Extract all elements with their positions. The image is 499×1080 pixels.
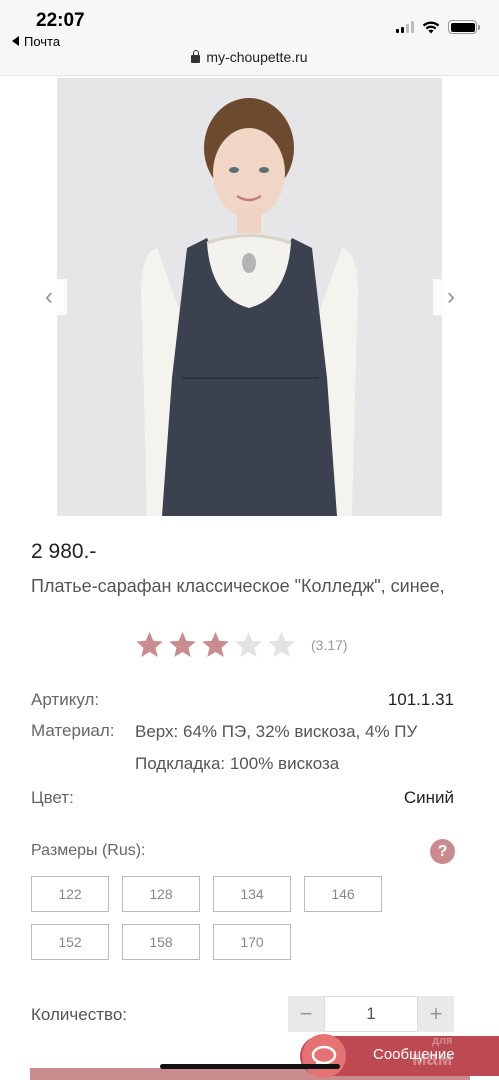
size-help-button[interactable]: ? [430, 839, 455, 864]
size-option[interactable]: 170 [213, 924, 291, 960]
home-indicator [160, 1064, 340, 1069]
star-empty-icon[interactable] [266, 630, 297, 660]
lock-icon [191, 50, 201, 63]
gallery-prev-button[interactable]: ‹ [31, 279, 67, 315]
product-rating[interactable]: (3.17) [134, 630, 348, 660]
product-image[interactable] [57, 78, 442, 516]
star-filled-icon[interactable] [134, 630, 165, 660]
material-lining: Подкладка: 100% вискоза [135, 754, 340, 773]
color-value: Синий [403, 788, 454, 807]
chat-bubble-icon [302, 1034, 346, 1078]
browser-status-bar: 22:07 Почта my-choupette.ru [0, 0, 499, 76]
url-text: my-choupette.ru [206, 49, 308, 65]
size-option[interactable]: 128 [122, 876, 200, 912]
address-bar[interactable]: my-choupette.ru [0, 49, 499, 65]
size-option[interactable]: 152 [31, 924, 109, 960]
size-option[interactable]: 158 [122, 924, 200, 960]
star-filled-icon[interactable] [167, 630, 198, 660]
back-label: Почта [24, 34, 61, 49]
size-option[interactable]: 122 [31, 876, 109, 912]
gallery-next-button[interactable]: › [433, 279, 469, 315]
product-title: Платье-сарафан классическое "Колледж", с… [31, 576, 445, 596]
quantity-decrease-button[interactable]: − [288, 996, 324, 1032]
battery-icon [448, 20, 480, 34]
cellular-signal-icon [396, 21, 414, 33]
chevron-left-icon: ‹ [45, 283, 53, 310]
rating-value: (3.17) [311, 637, 348, 653]
size-option[interactable]: 134 [213, 876, 291, 912]
product-photo-illustration [57, 78, 442, 516]
chevron-right-icon: › [447, 283, 455, 310]
quantity-input[interactable] [324, 996, 418, 1032]
star-filled-icon[interactable] [200, 630, 231, 660]
quantity-label: Количество: [31, 1005, 128, 1024]
quantity-increase-button[interactable]: + [418, 996, 454, 1032]
chat-message-button[interactable]: Сообщение [300, 1034, 499, 1078]
system-icons [396, 20, 480, 34]
sizes-label: Размеры (Rus): [31, 842, 146, 859]
back-arrow-icon [12, 36, 19, 46]
rating-stars [134, 630, 299, 660]
star-empty-icon[interactable] [233, 630, 264, 660]
clock: 22:07 [36, 10, 85, 31]
material-top: Верх: 64% ПЭ, 32% вискоза, 4% ПУ [135, 722, 418, 741]
back-to-mail-button[interactable]: Почта [12, 34, 60, 49]
watermark-logo: для мам [412, 1035, 453, 1070]
size-option[interactable]: 146 [304, 876, 382, 912]
article-label: Артикул: [31, 690, 100, 709]
color-label: Цвет: [31, 788, 74, 807]
material-label: Материал: [31, 721, 115, 740]
wifi-icon [422, 21, 440, 33]
product-price: 2 980.- [31, 540, 97, 563]
article-value: 101.1.31 [387, 690, 454, 709]
